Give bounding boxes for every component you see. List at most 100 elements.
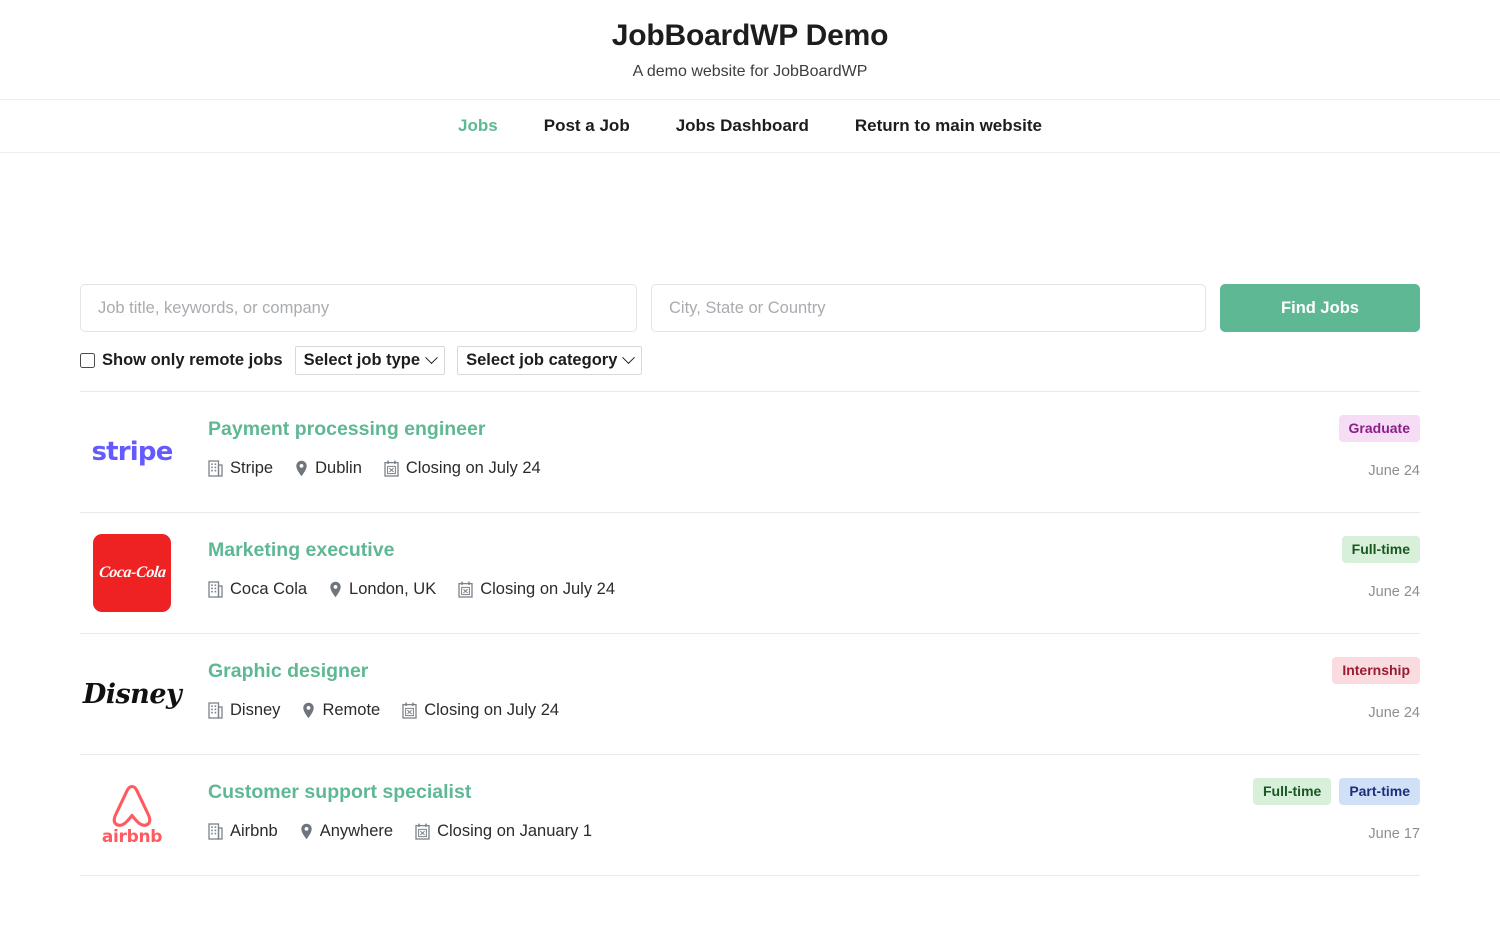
company-logo-stripe: stripe [80, 437, 184, 467]
job-company-name: Airbnb [230, 822, 278, 840]
job-closing: Closing on July 24 [458, 580, 615, 599]
job-company: Stripe [208, 459, 273, 478]
remote-jobs-label[interactable]: Show only remote jobs [102, 351, 283, 370]
job-badges: Internship [1332, 657, 1420, 684]
search-location-input[interactable] [651, 284, 1206, 332]
nav-item-jobs-dashboard[interactable]: Jobs Dashboard [676, 116, 809, 136]
job-side: Full-time June 24 [1160, 534, 1420, 600]
job-date: June 17 [1368, 826, 1420, 842]
job-closing-text: Closing on July 24 [424, 701, 560, 719]
job-category-select-label: Select job category [466, 351, 618, 369]
nav-link-return-to-main-website[interactable]: Return to main website [855, 116, 1042, 135]
site-header: JobBoardWP Demo A demo website for JobBo… [0, 0, 1500, 100]
job-closing-text: Closing on January 1 [437, 822, 593, 840]
map-pin-icon [330, 581, 341, 598]
job-date: June 24 [1368, 705, 1420, 721]
nav-link-jobs[interactable]: Jobs [458, 116, 498, 135]
coca-cola-logo-text: Coca-Cola [97, 564, 167, 581]
job-closing: Closing on January 1 [415, 822, 592, 841]
map-pin-icon [301, 823, 312, 840]
table-row[interactable]: Coca-Cola Marketing executive Coca Cola … [80, 513, 1420, 634]
calendar-times-icon [458, 581, 473, 598]
building-icon [208, 460, 223, 477]
job-title-link[interactable]: Graphic designer [208, 658, 368, 684]
job-category-select[interactable]: Select job category [457, 346, 643, 375]
calendar-times-icon [415, 823, 430, 840]
nav-item-jobs[interactable]: Jobs [458, 116, 498, 136]
job-date: June 24 [1368, 463, 1420, 479]
job-location-name: Anywhere [319, 822, 394, 840]
search-keywords-input[interactable] [80, 284, 637, 332]
job-main: Payment processing engineer Stripe Dubli… [184, 413, 1160, 478]
building-icon [208, 702, 223, 719]
building-icon [208, 823, 223, 840]
job-badges: Graduate [1338, 415, 1420, 442]
primary-navigation: Jobs Post a Job Jobs Dashboard Return to… [0, 100, 1500, 153]
table-row[interactable]: Disney Graphic designer Disney Remote Cl… [80, 634, 1420, 755]
calendar-times-icon [384, 460, 399, 477]
job-title-link[interactable]: Payment processing engineer [208, 416, 485, 442]
job-type-select-label: Select job type [303, 351, 421, 369]
nav-list: Jobs Post a Job Jobs Dashboard Return to… [458, 116, 1042, 136]
nav-item-return-to-main-website[interactable]: Return to main website [855, 116, 1042, 136]
airbnb-belo-icon [112, 784, 152, 827]
main-content: Find Jobs Show only remote jobs Select j… [80, 153, 1420, 876]
remote-jobs-checkbox[interactable] [80, 353, 95, 368]
nav-item-post-a-job[interactable]: Post a Job [544, 116, 630, 136]
nav-link-jobs-dashboard[interactable]: Jobs Dashboard [676, 116, 809, 135]
job-closing-text: Closing on July 24 [480, 580, 616, 598]
nav-link-post-a-job[interactable]: Post a Job [544, 116, 630, 135]
job-title-link[interactable]: Marketing executive [208, 537, 394, 563]
job-meta: Coca Cola London, UK Closing on July 24 [208, 580, 1160, 599]
job-location-name: Remote [322, 701, 381, 719]
job-listings: stripe Payment processing engineer Strip… [80, 391, 1420, 876]
chevron-down-icon [622, 351, 636, 365]
job-meta: Airbnb Anywhere Closing on January 1 [208, 822, 1160, 841]
status-badge: Full-time [1341, 536, 1420, 563]
job-main: Customer support specialist Airbnb Anywh… [184, 776, 1160, 841]
status-badge: Part-time [1339, 778, 1420, 805]
job-company: Airbnb [208, 822, 278, 841]
disney-logo: Disney [82, 678, 182, 710]
job-closing-text: Closing on July 24 [405, 459, 541, 477]
company-logo-coca-cola: Coca-Cola [80, 534, 184, 612]
company-logo-airbnb: airbnb [80, 783, 184, 847]
find-jobs-button[interactable]: Find Jobs [1220, 284, 1420, 332]
job-title-link[interactable]: Customer support specialist [208, 779, 471, 805]
building-icon [208, 581, 223, 598]
job-meta: Stripe Dublin Closing on July 24 [208, 459, 1160, 478]
job-side: Internship June 24 [1160, 655, 1420, 721]
job-company: Disney [208, 701, 280, 720]
calendar-times-icon [402, 702, 417, 719]
job-side: Full-time Part-time June 17 [1160, 776, 1420, 842]
job-location: Dublin [295, 459, 362, 478]
job-location-name: Dublin [315, 459, 362, 477]
job-company-name: Disney [230, 701, 281, 719]
job-company: Coca Cola [208, 580, 307, 599]
job-main: Marketing executive Coca Cola London, UK… [184, 534, 1160, 599]
site-tagline: A demo website for JobBoardWP [632, 63, 868, 80]
table-row[interactable]: stripe Payment processing engineer Strip… [80, 392, 1420, 513]
stripe-logo: stripe [91, 437, 173, 467]
status-badge: Full-time [1252, 778, 1332, 805]
job-location: Anywhere [300, 822, 393, 841]
coca-cola-logo: Coca-Cola [93, 534, 171, 612]
job-side: Graduate June 24 [1160, 413, 1420, 479]
map-pin-icon [303, 702, 315, 719]
job-closing: Closing on July 24 [384, 459, 541, 478]
job-meta: Disney Remote Closing on July 24 [208, 701, 1160, 720]
job-badges: Full-time Part-time [1252, 778, 1420, 805]
remote-jobs-filter[interactable]: Show only remote jobs [80, 351, 283, 370]
job-main: Graphic designer Disney Remote Closing o… [184, 655, 1160, 720]
airbnb-logo: airbnb [102, 783, 162, 847]
airbnb-logo-text: airbnb [101, 827, 163, 847]
map-pin-icon [296, 460, 307, 477]
job-closing: Closing on July 24 [402, 701, 559, 720]
table-row[interactable]: airbnb Customer support specialist Airbn… [80, 755, 1420, 876]
job-company-name: Stripe [230, 459, 274, 477]
job-location: Remote [302, 701, 380, 720]
job-badges: Full-time [1341, 536, 1420, 563]
job-search-form: Find Jobs [80, 284, 1420, 332]
job-type-select[interactable]: Select job type [294, 346, 446, 375]
job-company-name: Coca Cola [230, 580, 308, 598]
